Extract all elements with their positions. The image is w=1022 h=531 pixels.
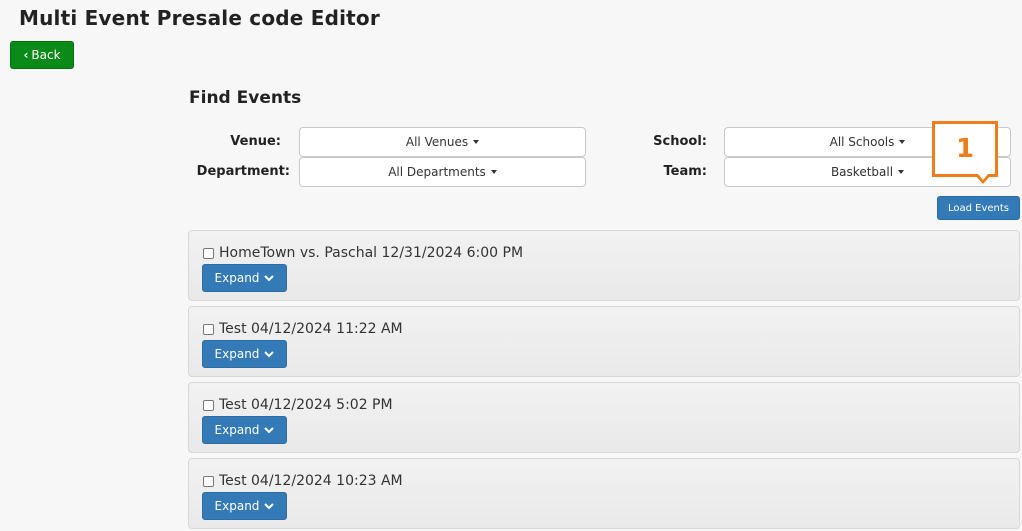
expand-button[interactable]: Expand bbox=[202, 416, 287, 444]
event-checkbox[interactable] bbox=[203, 247, 214, 259]
venue-label: Venue: bbox=[230, 134, 281, 149]
event-header: Test 04/12/2024 11:22 AM bbox=[203, 321, 403, 337]
event-name: Test 04/12/2024 10:23 AM bbox=[219, 473, 403, 489]
venue-select[interactable]: All Venues bbox=[299, 127, 586, 157]
event-panel: Test 04/12/2024 10:23 AM Expand bbox=[188, 458, 1020, 529]
department-select[interactable]: All Departments bbox=[299, 157, 586, 187]
event-panel: Test 04/12/2024 5:02 PM Expand bbox=[188, 382, 1020, 453]
event-name: Test 04/12/2024 11:22 AM bbox=[219, 321, 403, 337]
callout-tail-inner bbox=[978, 174, 988, 180]
expand-button[interactable]: Expand bbox=[202, 492, 287, 520]
back-button-label: Back bbox=[31, 48, 61, 62]
expand-button[interactable]: Expand bbox=[202, 264, 287, 292]
find-events-title: Find Events bbox=[189, 88, 302, 108]
caret-down-icon bbox=[490, 170, 497, 174]
caret-down-icon bbox=[898, 170, 905, 174]
department-label: Department: bbox=[196, 164, 290, 179]
load-events-button[interactable]: Load Events bbox=[937, 196, 1020, 220]
chevron-down-icon bbox=[264, 503, 275, 510]
team-select-value: Basketball bbox=[830, 165, 894, 179]
callout-number: 1 bbox=[955, 134, 975, 164]
event-name: Test 04/12/2024 5:02 PM bbox=[219, 397, 393, 413]
expand-label: Expand bbox=[214, 499, 260, 513]
chevron-left-icon: ‹ bbox=[23, 48, 29, 62]
event-header: Test 04/12/2024 5:02 PM bbox=[203, 397, 393, 413]
caret-down-icon bbox=[899, 140, 906, 144]
department-select-value: All Departments bbox=[388, 165, 486, 179]
school-select-value: All Schools bbox=[829, 135, 895, 149]
caret-down-icon bbox=[473, 140, 480, 144]
venue-select-value: All Venues bbox=[405, 135, 469, 149]
expand-button[interactable]: Expand bbox=[202, 340, 287, 368]
callout-badge: 1 bbox=[932, 121, 998, 177]
chevron-down-icon bbox=[264, 351, 275, 358]
event-panel: Test 04/12/2024 11:22 AM Expand bbox=[188, 306, 1020, 377]
event-header: Test 04/12/2024 10:23 AM bbox=[203, 473, 403, 489]
expand-label: Expand bbox=[214, 347, 260, 361]
event-checkbox[interactable] bbox=[203, 475, 214, 487]
event-name: HomeTown vs. Paschal 12/31/2024 6:00 PM bbox=[219, 245, 524, 261]
page-title: Multi Event Presale code Editor bbox=[19, 6, 380, 30]
school-label: School: bbox=[653, 134, 707, 149]
chevron-down-icon bbox=[264, 427, 275, 434]
back-button[interactable]: ‹ Back bbox=[10, 41, 74, 69]
expand-label: Expand bbox=[214, 271, 260, 285]
event-header: HomeTown vs. Paschal 12/31/2024 6:00 PM bbox=[203, 245, 523, 261]
event-checkbox[interactable] bbox=[203, 323, 214, 335]
chevron-down-icon bbox=[264, 275, 275, 282]
event-checkbox[interactable] bbox=[203, 399, 214, 411]
expand-label: Expand bbox=[214, 423, 260, 437]
team-label: Team: bbox=[663, 164, 707, 179]
event-panel: HomeTown vs. Paschal 12/31/2024 6:00 PM … bbox=[188, 230, 1020, 301]
